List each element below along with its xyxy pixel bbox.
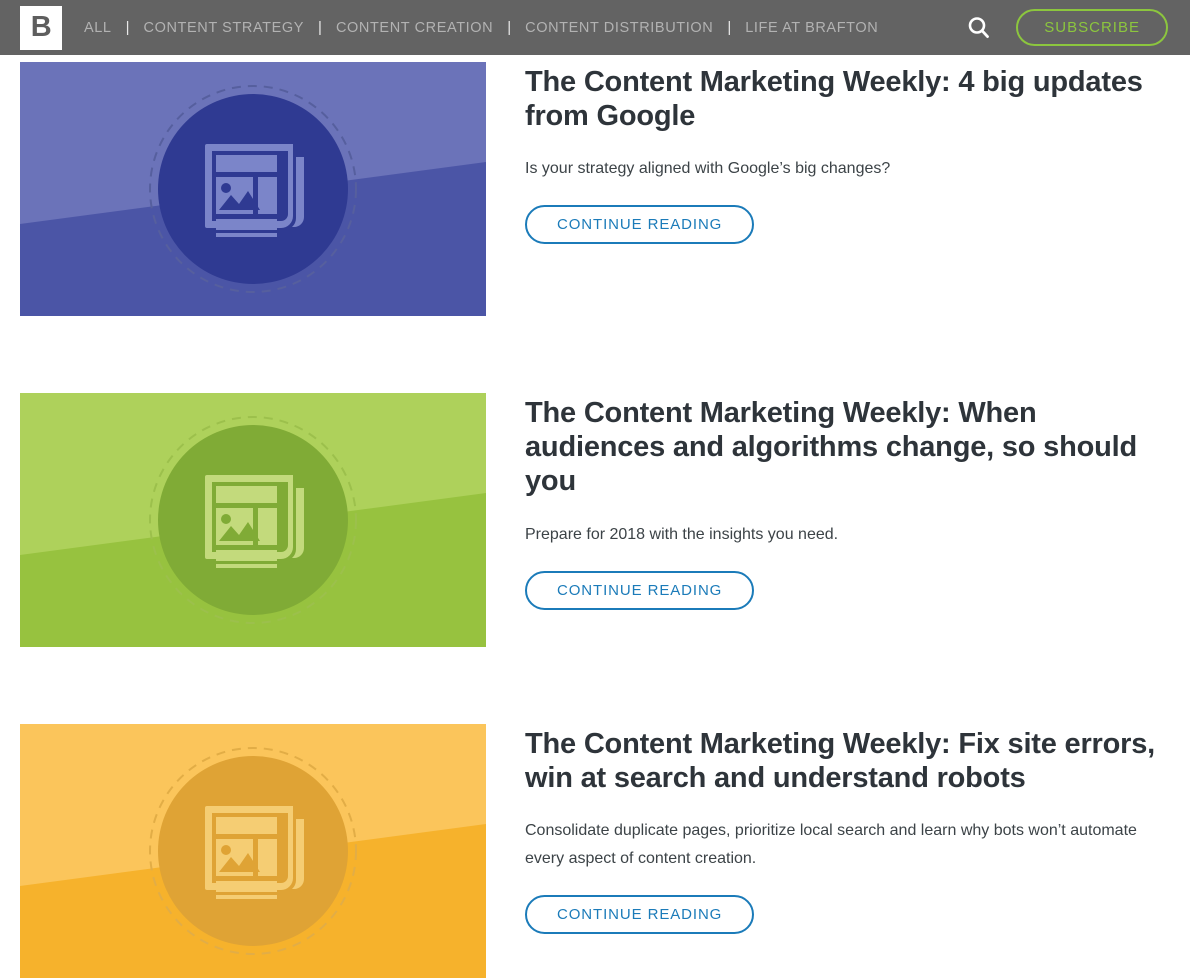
post-item: The Content Marketing Weekly: 4 big upda… [0,62,1190,316]
post-body: The Content Marketing Weekly: 4 big upda… [486,62,1190,245]
post-excerpt: Prepare for 2018 with the insights you n… [525,525,839,543]
post-excerpt: Consolidate duplicate pages, prioritize … [525,822,1137,868]
post-thumbnail-link[interactable] [20,724,486,978]
post-thumbnail-link[interactable] [20,62,486,316]
nav-separator: | [507,19,512,36]
main-nav: ALL | CONTENT STRATEGY | CONTENT CREATIO… [84,19,964,36]
nav-item-content-creation[interactable]: CONTENT CREATION [336,20,493,36]
post-thumbnail [20,62,486,316]
post-list: The Content Marketing Weekly: 4 big upda… [0,55,1190,978]
thumbnail-artwork [20,393,486,647]
post-title[interactable]: The Content Marketing Weekly: When audie… [525,396,1176,499]
post-thumbnail [20,724,486,978]
post-item: The Content Marketing Weekly: Fix site e… [0,724,1190,978]
nav-item-content-distribution[interactable]: CONTENT DISTRIBUTION [525,20,713,36]
continue-reading-button[interactable]: CONTINUE READING [525,570,755,610]
nav-separator: | [727,19,732,36]
header-actions: SUBSCRIBE [964,9,1190,46]
nav-item-content-strategy[interactable]: CONTENT STRATEGY [144,20,305,36]
logo-letter: B [30,11,52,43]
post-thumbnail-link[interactable] [20,393,486,647]
site-header: B ALL | CONTENT STRATEGY | CONTENT CREAT… [0,0,1190,55]
post-title[interactable]: The Content Marketing Weekly: 4 big upda… [525,65,1176,133]
post-excerpt: Is your strategy aligned with Google’s b… [525,160,891,178]
post-title[interactable]: The Content Marketing Weekly: Fix site e… [525,727,1176,795]
brafton-logo[interactable]: B [20,5,62,50]
nav-separator: | [318,19,322,36]
continue-reading-button[interactable]: CONTINUE READING [525,895,755,935]
subscribe-button[interactable]: SUBSCRIBE [1016,9,1168,46]
post-body: The Content Marketing Weekly: Fix site e… [486,724,1190,935]
post-body: The Content Marketing Weekly: When audie… [486,393,1190,610]
thumbnail-artwork [20,62,486,316]
post-thumbnail [20,393,486,647]
post-item: The Content Marketing Weekly: When audie… [0,393,1190,647]
nav-separator: | [125,19,130,36]
search-icon[interactable] [964,13,994,43]
nav-item-all[interactable]: ALL [84,20,112,36]
thumbnail-artwork [20,724,486,978]
nav-item-life-at-brafton[interactable]: LIFE AT BRAFTON [745,20,878,36]
continue-reading-button[interactable]: CONTINUE READING [525,205,755,245]
search-icon-glyph [968,16,990,38]
